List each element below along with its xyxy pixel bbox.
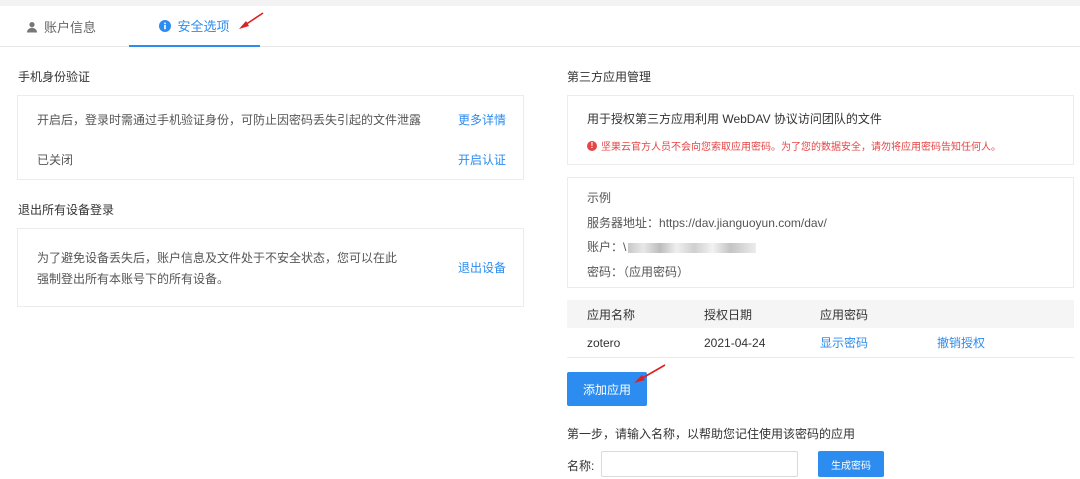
server-address-row: 服务器地址：https://dav.jianguoyun.com/dav/ [587,214,827,231]
user-icon [26,21,38,33]
password-value: （应用密码） [623,265,690,279]
col-app-name: 应用名称 [587,307,636,322]
phone-auth-description: 开启后，登录时需通过手机验证身份，可防止因密码丢失引起的文件泄露 [37,113,422,127]
third-party-description: 用于授权第三方应用利用 WebDAV 协议访问团队的文件 [587,112,882,126]
tab-bar: 账户信息 安全选项 [0,6,1080,47]
col-app-password: 应用密码 [820,307,869,322]
security-warning: ! 坚果云官方人员不会向您索取应用密码。为了您的数据安全，请勿将应用密码告知任何… [587,138,1001,153]
enable-auth-link[interactable]: 开启认证 [458,151,506,168]
tab-account-info-label: 账户信息 [44,20,97,35]
show-password-link[interactable]: 显示密码 [820,328,868,357]
app-name-cell: zotero [587,335,621,350]
tab-account-info[interactable]: 账户信息 [26,6,96,47]
logout-all-line1: 为了避免设备丢失后，账户信息及文件处于不安全状态，您可以在此 [37,251,398,265]
more-details-link[interactable]: 更多详情 [458,111,506,128]
example-card: 示例 服务器地址：https://dav.jianguoyun.com/dav/… [567,177,1074,288]
step-one-text: 第一步，请输入名称，以帮助您记住使用该密码的应用 [567,427,856,441]
third-party-info-card: 用于授权第三方应用利用 WebDAV 协议访问团队的文件 ! 坚果云官方人员不会… [567,95,1074,165]
account-redacted [628,242,757,253]
logout-all-line2: 强制登出所有本账号下的所有设备。 [37,272,230,286]
revoke-authorization-link[interactable]: 撤销授权 [937,328,985,357]
password-row: 密码：（应用密码） [587,263,689,280]
apps-table-header: 应用名称 授权日期 应用密码 [567,300,1074,328]
password-label: 密码： [587,265,624,279]
third-party-title: 第三方应用管理 [567,70,652,84]
logout-all-card: 为了避免设备丢失后，账户信息及文件处于不安全状态，您可以在此 强制登出所有本账号… [17,228,524,307]
account-prefix: \ [623,240,627,254]
phone-auth-status: 已关闭 [37,153,74,167]
logout-devices-link[interactable]: 退出设备 [458,259,506,276]
col-auth-date: 授权日期 [704,307,753,322]
auth-date-cell: 2021-04-24 [704,335,766,350]
generate-password-button[interactable]: 生成密码 [818,451,884,477]
account-row: 账户：\ [587,238,757,255]
phone-auth-title: 手机身份验证 [18,70,91,84]
server-address-label: 服务器地址： [587,216,660,230]
info-icon [159,19,172,32]
app-name-input[interactable] [601,451,798,477]
tab-security-options-label: 安全选项 [177,19,230,34]
server-address-value: https://dav.jianguoyun.com/dav/ [659,216,827,230]
name-label: 名称: [567,459,595,473]
annotation-arrow-icon [239,12,264,29]
account-label: 账户： [587,240,624,254]
security-warning-text: 坚果云官方人员不会向您索取应用密码。为了您的数据安全，请勿将应用密码告知任何人。 [601,142,1001,153]
logout-all-title: 退出所有设备登录 [18,203,115,217]
table-row: zotero 2021-04-24 显示密码 撤销授权 [567,328,1074,358]
phone-auth-card: 开启后，登录时需通过手机验证身份，可防止因密码丢失引起的文件泄露 更多详情 已关… [17,95,524,180]
example-title: 示例 [587,191,612,205]
warning-icon: ! [587,140,597,151]
annotation-arrow-icon [634,364,666,383]
